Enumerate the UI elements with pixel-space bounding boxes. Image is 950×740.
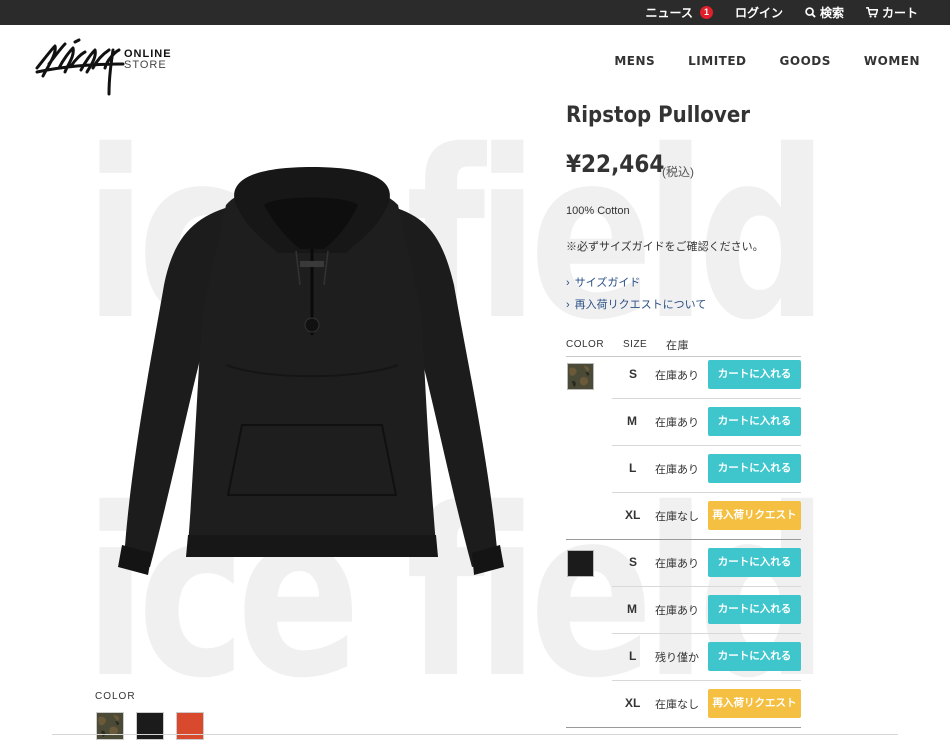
add-to-cart-button[interactable]: カートに入れる [708, 595, 801, 624]
product-title: Ripstop Pullover [566, 103, 751, 128]
search-icon [805, 7, 816, 18]
stock-status: 在庫なし [655, 511, 699, 523]
top-utility-bar: ニュース 1 ログイン 検索 カート [0, 0, 950, 25]
stock-row: L 残り僅か カートに入れる [612, 634, 801, 681]
search-label: 検索 [819, 6, 844, 20]
stock-row: XL 在庫なし 再入荷リクエスト [566, 493, 801, 540]
size-value: L [629, 649, 637, 663]
camo-pattern-icon [97, 713, 123, 739]
cart-label: カート [881, 6, 918, 20]
add-to-cart-button[interactable]: カートに入れる [708, 642, 801, 671]
color-chip-camo[interactable] [96, 712, 124, 740]
logo-store: STORE [124, 59, 167, 71]
nav-goods[interactable]: GOODS [780, 54, 831, 68]
stock-status: 在庫あり [655, 558, 699, 570]
nav-women[interactable]: WOMEN [864, 54, 920, 68]
logo-wordmark: ONLINE STORE [124, 49, 172, 71]
footer-divider [52, 734, 898, 735]
gallery-color-label: COLOR [95, 691, 136, 702]
stock-status: 在庫あり [655, 464, 699, 476]
news-count-badge: 1 [699, 6, 713, 19]
news-link[interactable]: ニュース 1 [646, 4, 713, 21]
product-price: ¥22,464 [566, 150, 665, 178]
restock-request-info-link[interactable]: › 再入荷リクエストについて [566, 296, 706, 312]
stock-row: S 在庫あり カートに入れる [612, 540, 801, 587]
restock-request-button[interactable]: 再入荷リクエスト [708, 689, 801, 718]
material-text: 100% Cotton [566, 205, 630, 217]
row-color-chip-black[interactable] [567, 550, 594, 577]
stock-row: L 在庫あり カートに入れる [612, 446, 801, 493]
stock-status: 在庫あり [655, 370, 699, 382]
size-value: M [627, 414, 637, 428]
size-value: S [629, 555, 638, 569]
color-chip-orange[interactable] [176, 712, 204, 740]
stock-status: 残り僅か [655, 652, 699, 664]
nav-mens[interactable]: MENS [614, 54, 655, 68]
login-link[interactable]: ログイン [735, 4, 783, 21]
stock-row: S 在庫あり カートに入れる [612, 352, 801, 399]
nav-limited[interactable]: LIMITED [688, 54, 746, 68]
size-value: S [629, 367, 638, 381]
header-color: COLOR [566, 339, 605, 350]
size-guide-link-label: サイズガイド [574, 277, 641, 289]
gallery-color-chips [96, 712, 204, 740]
color-chip-black[interactable] [136, 712, 164, 740]
restock-request-button[interactable]: 再入荷リクエスト [708, 501, 801, 530]
add-to-cart-button[interactable]: カートに入れる [708, 360, 801, 389]
add-to-cart-button[interactable]: カートに入れる [708, 548, 801, 577]
header-size: SIZE [623, 339, 648, 350]
size-guide-note: ※必ずサイズガイドをご確認ください。 [566, 241, 764, 253]
stock-row: M 在庫あり カートに入れる [612, 399, 801, 446]
size-guide-link[interactable]: › サイズガイド [566, 274, 640, 290]
utility-nav: ニュース 1 ログイン 検索 カート [646, 0, 918, 25]
product-image[interactable] [86, 165, 546, 595]
camo-pattern-icon [568, 364, 593, 389]
chevron-right-icon: › [566, 277, 570, 289]
store-logo[interactable]: ONLINE STORE [35, 38, 175, 96]
header-stock: 在庫 [666, 340, 689, 352]
size-value: XL [625, 508, 641, 522]
row-color-chip-camo[interactable] [567, 363, 594, 390]
search-link[interactable]: 検索 [805, 4, 844, 21]
restock-link-label: 再入荷リクエストについて [574, 299, 707, 311]
size-value: L [629, 461, 637, 475]
add-to-cart-button[interactable]: カートに入れる [708, 407, 801, 436]
size-value: M [627, 602, 637, 616]
stock-status: 在庫あり [655, 605, 699, 617]
cart-link[interactable]: カート [866, 4, 918, 21]
stock-status: 在庫あり [655, 417, 699, 429]
main-nav: MENS LIMITED GOODS WOMEN [614, 54, 920, 68]
login-label: ログイン [734, 6, 783, 20]
size-value: XL [625, 696, 641, 710]
tax-note: (税込) [662, 165, 694, 179]
add-to-cart-button[interactable]: カートに入れる [708, 454, 801, 483]
brand-script-logo [35, 38, 125, 96]
stock-row: XL 在庫なし 再入荷リクエスト [566, 681, 801, 728]
cart-icon [866, 7, 878, 18]
news-label: ニュース [645, 6, 693, 20]
stock-status: 在庫なし [655, 699, 699, 711]
stock-row: M 在庫あり カートに入れる [612, 587, 801, 634]
chevron-right-icon: › [566, 299, 570, 311]
